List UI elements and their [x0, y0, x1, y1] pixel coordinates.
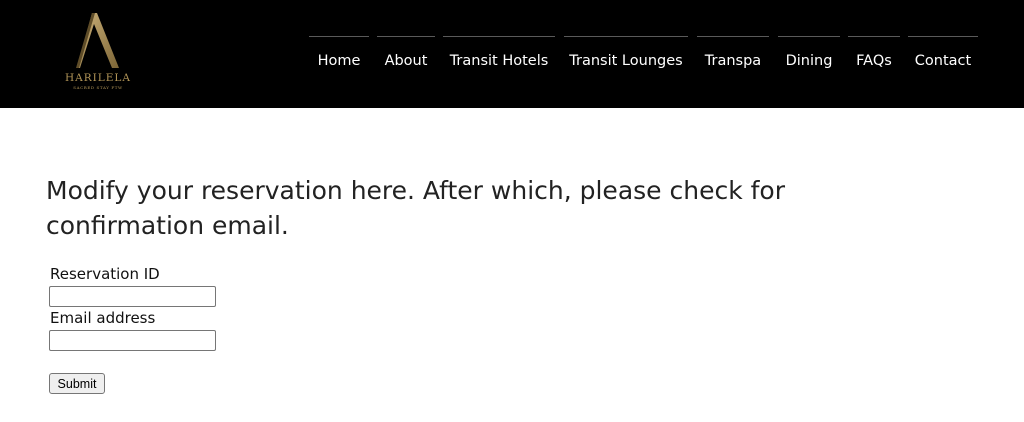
- reservation-id-input[interactable]: [49, 286, 216, 307]
- heading-line-2: confirmation email.: [46, 211, 289, 240]
- main-nav: Home About Transit Hotels Transit Lounge…: [0, 36, 1024, 86]
- reservation-id-label: Reservation ID: [50, 265, 160, 283]
- page-heading: Modify your reservation here. After whic…: [46, 173, 846, 243]
- nav-transit-lounges[interactable]: Transit Lounges: [564, 36, 688, 84]
- email-input[interactable]: [49, 330, 216, 351]
- email-label: Email address: [50, 309, 156, 327]
- nav-transit-hotels[interactable]: Transit Hotels: [443, 36, 555, 84]
- nav-dining[interactable]: Dining: [778, 36, 840, 84]
- heading-line-1: Modify your reservation here. After whic…: [46, 176, 786, 205]
- nav-transpa[interactable]: Transpa: [697, 36, 769, 84]
- site-header: HARILELA SACRED STAY FTW Home About Tran…: [0, 0, 1024, 108]
- nav-about[interactable]: About: [377, 36, 435, 84]
- nav-contact[interactable]: Contact: [908, 36, 978, 84]
- nav-faqs[interactable]: FAQs: [848, 36, 900, 84]
- submit-button[interactable]: Submit: [49, 373, 105, 394]
- nav-home[interactable]: Home: [309, 36, 369, 84]
